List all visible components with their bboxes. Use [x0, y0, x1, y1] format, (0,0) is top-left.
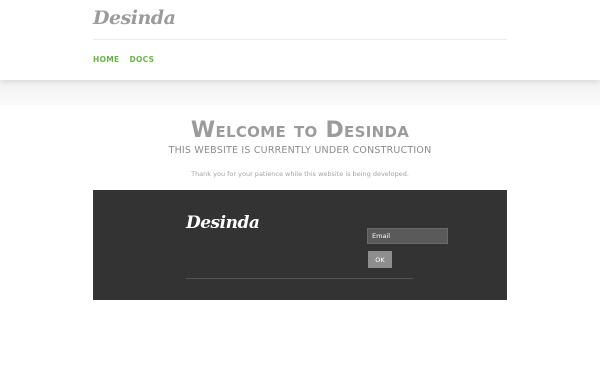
- header-divider: [93, 39, 507, 40]
- email-field[interactable]: [367, 228, 448, 244]
- footer-panel: Desinda OK: [93, 190, 507, 300]
- page: Desinda HOME DOCS Welcome to Desinda THI…: [0, 0, 600, 375]
- page-subtitle: THIS WEBSITE IS CURRENTLY UNDER CONSTRUC…: [168, 145, 432, 156]
- footer-logo: Desinda: [186, 213, 260, 233]
- nav-home-link[interactable]: HOME: [93, 55, 119, 64]
- main-nav: HOME DOCS: [93, 55, 154, 64]
- header-shadow-band: [0, 80, 600, 105]
- page-title: Welcome to Desinda: [190, 118, 410, 143]
- site-logo[interactable]: Desinda: [93, 7, 176, 29]
- ok-button[interactable]: OK: [368, 251, 392, 268]
- nav-docs-link[interactable]: DOCS: [129, 55, 154, 64]
- footer-divider: [186, 278, 413, 279]
- site-header: Desinda HOME DOCS: [0, 0, 600, 80]
- thank-you-message: Thank you for your patience while this w…: [191, 170, 409, 178]
